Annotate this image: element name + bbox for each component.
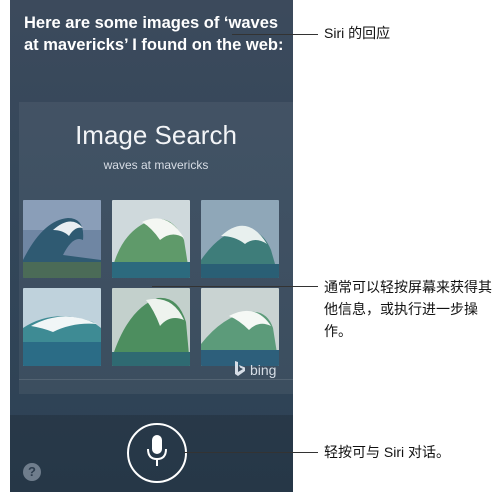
wave-image-1[interactable] xyxy=(23,200,101,278)
wave-image-2[interactable] xyxy=(112,200,190,278)
wave-image-3[interactable] xyxy=(201,200,279,278)
callout-tap-images: 通常可以轻按屏幕来获得其他信息，或执行进一步操作。 xyxy=(324,279,492,339)
search-query: waves at mavericks xyxy=(103,158,209,172)
wave-image-6[interactable] xyxy=(201,288,279,366)
wave-image-4[interactable] xyxy=(23,288,101,366)
bing-logo-icon xyxy=(234,360,246,380)
callout-line-siri-response xyxy=(232,34,318,35)
callout-line-tap-mic xyxy=(184,452,318,453)
callout-line-tap-images xyxy=(152,286,318,287)
siri-screen: Here are some images of ‘waves at maveri… xyxy=(10,0,293,492)
wave-image-5[interactable] xyxy=(112,288,190,366)
callout-tap-mic: 轻按可与 Siri 对话。 xyxy=(324,444,450,460)
card-title: Image Search xyxy=(75,120,237,150)
question-mark-icon[interactable]: ? xyxy=(23,463,41,481)
bing-label: bing xyxy=(250,362,277,378)
bing-attribution[interactable]: bing xyxy=(234,360,276,380)
microphone-icon xyxy=(144,434,170,473)
callout-siri-response: Siri 的回应 xyxy=(324,25,391,41)
microphone-button[interactable] xyxy=(127,423,187,483)
